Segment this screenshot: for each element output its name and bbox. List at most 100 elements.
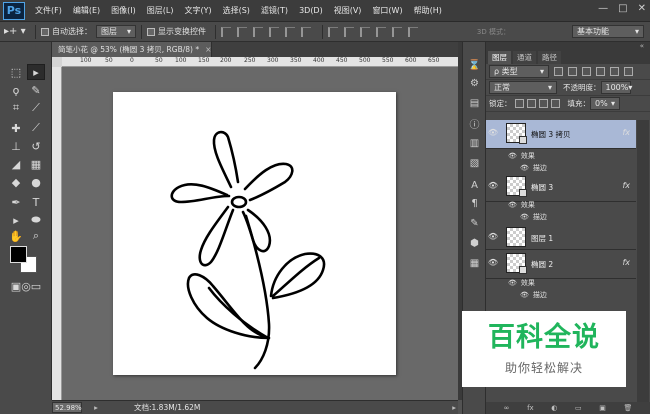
filter-type-icon[interactable] bbox=[582, 67, 591, 76]
zoom-tool-icon[interactable]: ⌕ bbox=[27, 228, 45, 244]
grid-panel-icon[interactable]: ▦ bbox=[467, 256, 482, 271]
layer-filter-dropdown[interactable]: ρ 类型 ▾ bbox=[489, 65, 549, 78]
tab-paths[interactable]: 路径 bbox=[538, 51, 561, 64]
opacity-field[interactable]: 100% ▾ bbox=[600, 81, 632, 94]
brush-panel-icon[interactable]: ✎ bbox=[467, 216, 482, 231]
menu-image[interactable]: 图像(I) bbox=[111, 5, 136, 16]
history-panel-icon[interactable]: ⌛ bbox=[467, 58, 482, 73]
add-style-icon[interactable]: fx bbox=[527, 404, 534, 412]
eyedropper-tool-icon[interactable]: ⟋ bbox=[27, 100, 45, 116]
styles-panel-icon[interactable]: ▧ bbox=[467, 156, 482, 171]
lock-position-icon[interactable] bbox=[538, 99, 548, 108]
visibility-eye-icon[interactable]: 👁 bbox=[508, 279, 517, 287]
paragraph-panel-icon[interactable]: ¶ bbox=[467, 196, 482, 211]
ruler-origin[interactable] bbox=[52, 57, 62, 67]
layer-row[interactable]: 👁 椭圆 2 fx bbox=[486, 250, 636, 279]
visibility-eye-icon[interactable]: 👁 bbox=[486, 232, 500, 241]
filter-smart-icon[interactable] bbox=[610, 67, 619, 76]
minimize-icon[interactable]: — bbox=[598, 3, 608, 14]
layer-effects-row[interactable]: 👁 效果 bbox=[508, 200, 535, 210]
marquee-tool-icon[interactable]: ⬚ bbox=[7, 64, 25, 80]
distribute-left-icon[interactable] bbox=[376, 26, 386, 37]
add-mask-icon[interactable]: ▭ bbox=[575, 404, 582, 412]
filter-pixel-icon[interactable] bbox=[554, 67, 563, 76]
align-left-icon[interactable] bbox=[269, 26, 279, 37]
ellipse-tool-icon[interactable]: ⬬ bbox=[27, 212, 45, 228]
status-menu-icon[interactable]: ▸ bbox=[88, 403, 104, 412]
visibility-eye-icon[interactable]: 👁 bbox=[508, 201, 517, 209]
adjustments-panel-icon[interactable]: ▥ bbox=[467, 136, 482, 151]
history-brush-icon[interactable]: ↺ bbox=[27, 138, 45, 154]
auto-select-dropdown[interactable]: 图层 ▾ bbox=[96, 25, 136, 38]
fx-icon[interactable]: fx bbox=[622, 128, 630, 137]
lock-transparent-icon[interactable] bbox=[514, 99, 524, 108]
lock-all-icon[interactable] bbox=[550, 99, 560, 108]
distribute-hcenter-icon[interactable] bbox=[392, 26, 402, 37]
align-bottom-icon[interactable] bbox=[253, 26, 263, 37]
standard-mode-icon[interactable]: ▣ bbox=[7, 278, 25, 294]
trash-icon[interactable]: 🗑 bbox=[623, 404, 632, 412]
quick-select-tool-icon[interactable]: ✎ bbox=[27, 82, 45, 98]
layer-effects-row[interactable]: 👁 效果 bbox=[508, 151, 535, 161]
workspace-dropdown[interactable]: 基本功能 ▾ bbox=[572, 25, 644, 38]
visibility-eye-icon[interactable]: 👁 bbox=[508, 152, 517, 160]
align-hcenter-icon[interactable] bbox=[285, 26, 295, 37]
menu-help[interactable]: 帮助(H) bbox=[414, 5, 442, 16]
eraser-tool-icon[interactable]: ◢ bbox=[7, 156, 25, 172]
visibility-eye-icon[interactable]: 👁 bbox=[486, 128, 500, 137]
layer-row[interactable]: 👁 椭圆 3 拷贝 fx bbox=[486, 120, 636, 149]
gradient-tool-icon[interactable]: ▦ bbox=[27, 156, 45, 172]
new-layer-icon[interactable]: ▣ bbox=[599, 404, 606, 412]
filter-adjust-icon[interactable] bbox=[568, 67, 577, 76]
adjustment-layer-icon[interactable]: ◐ bbox=[551, 404, 557, 412]
menu-edit[interactable]: 编辑(E) bbox=[73, 5, 100, 16]
foreground-color-swatch[interactable] bbox=[10, 246, 27, 263]
tab-channels[interactable]: 通道 bbox=[513, 51, 536, 64]
filter-toggle-icon[interactable] bbox=[624, 67, 633, 76]
layers-scrollbar[interactable] bbox=[637, 120, 649, 410]
lasso-tool-icon[interactable]: ϙ bbox=[7, 82, 25, 98]
swatches-panel-icon[interactable]: ▤ bbox=[467, 96, 482, 111]
clone-stamp-icon[interactable]: ⊥ bbox=[7, 138, 25, 154]
move-tool-preset-icon[interactable]: ▸+ ▾ bbox=[4, 24, 30, 40]
blend-mode-dropdown[interactable]: 正常 ▾ bbox=[489, 81, 557, 94]
visibility-eye-icon[interactable]: 👁 bbox=[520, 213, 529, 221]
maximize-icon[interactable]: □ bbox=[618, 3, 627, 14]
status-expand-icon[interactable]: ▸ bbox=[452, 403, 456, 412]
menu-select[interactable]: 选择(S) bbox=[223, 5, 250, 16]
zoom-field[interactable]: 52.98% bbox=[52, 402, 82, 413]
visibility-eye-icon[interactable]: 👁 bbox=[520, 164, 529, 172]
distribute-right-icon[interactable] bbox=[408, 26, 418, 37]
healing-brush-icon[interactable]: ✚ bbox=[7, 120, 25, 136]
menu-file[interactable]: 文件(F) bbox=[35, 5, 62, 16]
visibility-eye-icon[interactable]: 👁 bbox=[486, 258, 500, 267]
menu-view[interactable]: 视图(V) bbox=[334, 5, 362, 16]
brush-tool-icon[interactable]: ⟋ bbox=[27, 120, 45, 136]
distribute-vcenter-icon[interactable] bbox=[344, 26, 354, 37]
distribute-bottom-icon[interactable] bbox=[360, 26, 370, 37]
close-icon[interactable]: ✕ bbox=[638, 3, 646, 14]
menu-type[interactable]: 文字(Y) bbox=[184, 5, 211, 16]
align-top-icon[interactable] bbox=[221, 26, 231, 37]
menu-window[interactable]: 窗口(W) bbox=[372, 5, 402, 16]
character-panel-icon[interactable]: A bbox=[467, 178, 482, 193]
layer-stroke-row[interactable]: 👁 描边 bbox=[520, 290, 547, 300]
properties-panel-icon[interactable]: ⚙ bbox=[467, 76, 482, 91]
align-right-icon[interactable] bbox=[301, 26, 311, 37]
layer-row[interactable]: 👁 图层 1 bbox=[486, 224, 636, 250]
fx-icon[interactable]: fx bbox=[622, 181, 630, 190]
document-canvas[interactable] bbox=[113, 92, 396, 375]
vertical-ruler[interactable] bbox=[52, 57, 62, 400]
fx-icon[interactable]: fx bbox=[622, 258, 630, 267]
visibility-eye-icon[interactable]: 👁 bbox=[520, 291, 529, 299]
crop-tool-icon[interactable]: ⌗ bbox=[7, 100, 25, 116]
dodge-tool-icon[interactable]: ● bbox=[27, 174, 45, 190]
info-panel-icon[interactable]: ⓘ bbox=[467, 116, 482, 131]
filter-shape-icon[interactable] bbox=[596, 67, 605, 76]
layer-effects-row[interactable]: 👁 效果 bbox=[508, 278, 535, 288]
layer-stroke-row[interactable]: 👁 描边 bbox=[520, 163, 547, 173]
document-tab[interactable]: 简笔小花 @ 53% (椭圆 3 拷贝, RGB/8) * × bbox=[52, 42, 212, 57]
close-icon[interactable]: × bbox=[205, 45, 211, 54]
show-transform-checkbox[interactable] bbox=[147, 27, 155, 36]
link-layers-icon[interactable]: ∞ bbox=[504, 404, 510, 412]
